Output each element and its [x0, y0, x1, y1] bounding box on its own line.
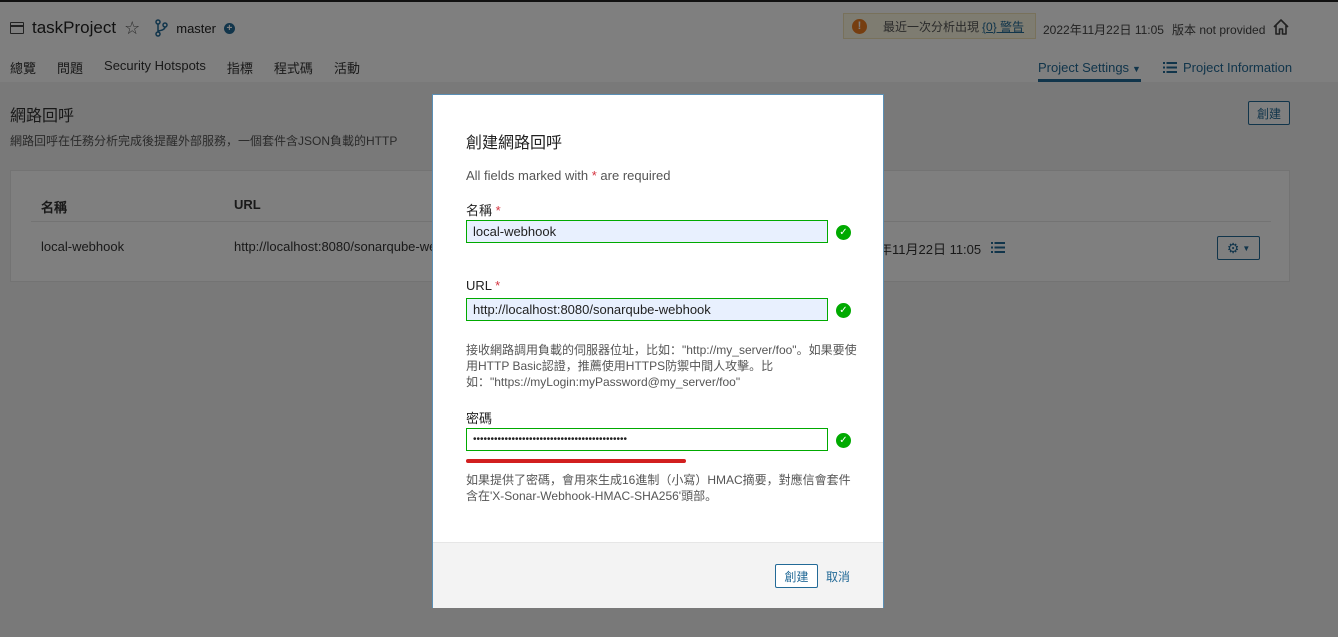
- required-star: *: [591, 168, 597, 183]
- create-webhook-modal: 創建網路回呼 All fields marked with * are requ…: [432, 94, 884, 608]
- url-valid-check-icon: ✓: [836, 303, 851, 318]
- modal-footer: 創建 取消: [433, 542, 883, 608]
- required-star: *: [495, 278, 501, 293]
- secret-annotation-underline: [466, 459, 686, 463]
- secret-help-text: 如果提供了密碼，會用來生成16進制（小寫）HMAC摘要，對應信會套件含在'X-S…: [466, 473, 851, 503]
- secret-field-label: 密碼: [466, 411, 493, 426]
- required-fields-note: All fields marked with * are required: [466, 168, 671, 183]
- name-field-label: 名稱 *: [466, 200, 501, 219]
- url-field-label: URL *: [466, 278, 500, 293]
- url-input[interactable]: [466, 298, 828, 321]
- secret-valid-check-icon: ✓: [836, 433, 851, 448]
- url-label-text: URL: [466, 278, 492, 293]
- required-note-before: All fields marked with: [466, 168, 589, 183]
- url-help-text: 接收網路調用負載的伺服器位址，比如："http://my_server/foo"…: [466, 343, 857, 389]
- required-star: *: [495, 203, 501, 218]
- modal-create-button[interactable]: 創建: [775, 564, 818, 588]
- modal-cancel-link[interactable]: 取消: [826, 568, 850, 585]
- modal-title: 創建網路回呼: [466, 135, 563, 152]
- name-input[interactable]: [466, 220, 828, 243]
- secret-input[interactable]: [466, 428, 828, 451]
- required-note-after: are required: [600, 168, 671, 183]
- name-valid-check-icon: ✓: [836, 225, 851, 240]
- name-label-text: 名稱: [466, 203, 493, 218]
